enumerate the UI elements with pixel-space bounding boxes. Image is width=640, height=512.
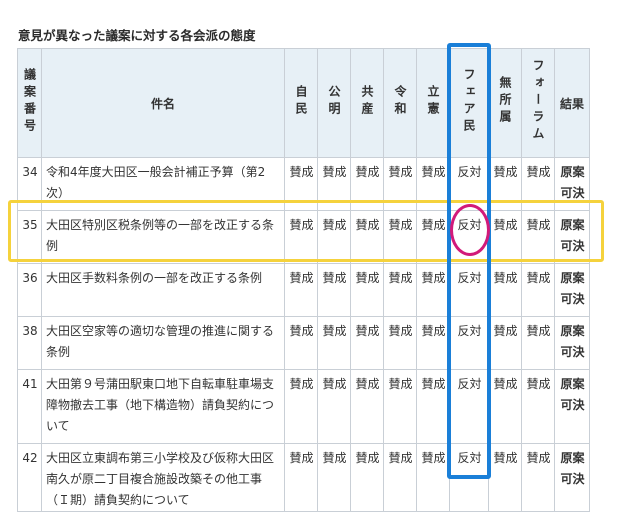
vote-cell: 賛成 <box>416 263 450 317</box>
vote-cell: 賛成 <box>488 210 522 264</box>
header-result: 結果 <box>554 48 590 158</box>
vote-cell: 賛成 <box>284 369 318 444</box>
vote-cell: 賛成 <box>317 369 351 444</box>
vote-cell: 賛成 <box>284 157 318 211</box>
vote-cell: 賛成 <box>284 210 318 264</box>
bill-number: 41 <box>17 369 42 444</box>
vote-cell: 反対 <box>449 263 489 317</box>
bill-name: 大田第９号蒲田駅東口地下自転車駐車場支障物撤去工事（地下構造物）請負契約について <box>41 369 285 444</box>
vote-cell: 賛成 <box>488 369 522 444</box>
result-cell: 原案可決 <box>554 443 590 512</box>
vote-cell: 賛成 <box>416 157 450 211</box>
header-number: 議案番号 <box>17 48 42 158</box>
bill-number: 35 <box>17 210 42 264</box>
vote-cell: 賛成 <box>488 157 522 211</box>
vote-cell: 賛成 <box>383 157 417 211</box>
vote-cell: 賛成 <box>350 263 384 317</box>
vote-cell: 賛成 <box>350 210 384 264</box>
vote-cell: 賛成 <box>383 316 417 370</box>
table-row: 42 大田区立東調布第三小学校及び仮称大田区南久が原二丁目複合施設改築その他工事（… <box>17 443 590 512</box>
header-name: 件名 <box>41 48 285 158</box>
bill-number: 34 <box>17 157 42 211</box>
vote-cell: 賛成 <box>317 263 351 317</box>
header-faction-komei: 公明 <box>317 48 351 158</box>
vote-cell: 賛成 <box>383 369 417 444</box>
table-row: 36 大田区手数料条例の一部を改正する条例 賛成 賛成 賛成 賛成 賛成 反対 賛成 賛成 原案可決 <box>17 263 590 317</box>
vote-cell: 賛成 <box>488 443 522 512</box>
table-row: 41 大田第９号蒲田駅東口地下自転車駐車場支障物撤去工事（地下構造物）請負契約につ… <box>17 369 590 444</box>
vote-cell: 反対 <box>449 369 489 444</box>
bill-number: 42 <box>17 443 42 512</box>
vote-cell: 賛成 <box>317 210 351 264</box>
vote-cell: 賛成 <box>350 157 384 211</box>
vote-cell: 賛成 <box>383 443 417 512</box>
vote-cell: 賛成 <box>416 443 450 512</box>
bill-number: 38 <box>17 316 42 370</box>
vote-cell: 賛成 <box>350 369 384 444</box>
header-faction-reiwa: 令和 <box>383 48 417 158</box>
vote-cell: 賛成 <box>488 316 522 370</box>
header-faction-independent: 無所属 <box>488 48 522 158</box>
header-faction-rikken: 立憲 <box>416 48 450 158</box>
vote-cell: 賛成 <box>416 316 450 370</box>
result-cell: 原案可決 <box>554 263 590 317</box>
page-title: 意見が異なった議案に対する各会派の態度 <box>18 28 256 43</box>
vote-cell: 反対 <box>449 210 489 264</box>
header-faction-jimin: 自民 <box>284 48 318 158</box>
result-cell: 原案可決 <box>554 210 590 264</box>
vote-cell: 賛成 <box>284 443 318 512</box>
vote-cell: 賛成 <box>416 369 450 444</box>
bill-name: 大田区空家等の適切な管理の推進に関する条例 <box>41 316 285 370</box>
vote-cell: 賛成 <box>416 210 450 264</box>
bill-name: 大田区手数料条例の一部を改正する条例 <box>41 263 285 317</box>
result-cell: 原案可決 <box>554 316 590 370</box>
vote-cell: 賛成 <box>521 263 555 317</box>
vote-cell: 反対 <box>449 443 489 512</box>
bill-name: 大田区特別区税条例等の一部を改正する条例 <box>41 210 285 264</box>
vote-cell: 賛成 <box>317 443 351 512</box>
bill-number: 36 <box>17 263 42 317</box>
table-row: 34 令和4年度大田区一般会計補正予算（第2次） 賛成 賛成 賛成 賛成 賛成 反対 賛成 賛成原… <box>17 157 590 211</box>
vote-cell: 賛成 <box>521 157 555 211</box>
vote-cell: 反対 <box>449 157 489 211</box>
bill-name: 令和4年度大田区一般会計補正予算（第2次） <box>41 157 285 211</box>
result-cell: 原案可決 <box>554 369 590 444</box>
vote-cell: 賛成 <box>284 316 318 370</box>
vote-cell: 賛成 <box>284 263 318 317</box>
vote-cell: 賛成 <box>317 316 351 370</box>
vote-cell: 賛成 <box>521 369 555 444</box>
vote-cell: 賛成 <box>521 443 555 512</box>
header-faction-kyosan: 共産 <box>350 48 384 158</box>
vote-cell: 賛成 <box>350 316 384 370</box>
header-faction-forum: フォーラム <box>521 48 555 158</box>
vote-cell: 賛成 <box>521 210 555 264</box>
header-row: 議案番号 件名 自民 公明 共産 令和 立憲 フェア民 無所属 フォーラム 結果 <box>17 48 590 158</box>
table-row: 35 大田区特別区税条例等の一部を改正する条例 賛成 賛成 賛成 賛成 賛成 反対 賛成 賛成 原案… <box>17 210 590 264</box>
vote-cell: 賛成 <box>521 316 555 370</box>
vote-table: 議案番号 件名 自民 公明 共産 令和 立憲 フェア民 無所属 フォーラム 結果… <box>17 48 590 512</box>
vote-cell: 賛成 <box>350 443 384 512</box>
header-faction-fair: フェア民 <box>449 48 489 158</box>
vote-cell: 賛成 <box>383 263 417 317</box>
result-cell: 原案可決 <box>554 157 590 211</box>
bill-name: 大田区立東調布第三小学校及び仮称大田区南久が原二丁目複合施設改築その他工事（Ｉ期… <box>41 443 285 512</box>
vote-cell: 賛成 <box>317 157 351 211</box>
vote-cell: 賛成 <box>488 263 522 317</box>
vote-cell: 賛成 <box>383 210 417 264</box>
table-row: 38 大田区空家等の適切な管理の推進に関する条例 賛成 賛成 賛成 賛成 賛成 反対 賛成 賛成原… <box>17 316 590 370</box>
vote-cell: 反対 <box>449 316 489 370</box>
